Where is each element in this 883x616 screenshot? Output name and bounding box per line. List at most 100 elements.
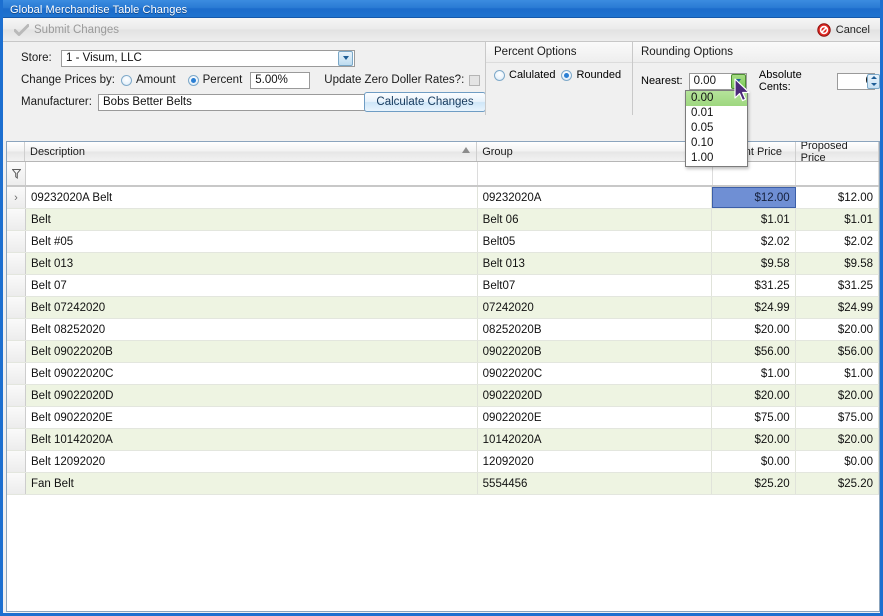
table-row[interactable]: Belt 09022020D 09022020D $20.00 $20.00 (7, 385, 879, 407)
rounded-radio[interactable] (561, 69, 573, 81)
row-indicator[interactable] (7, 297, 26, 318)
submit-changes-button[interactable]: Submit Changes (9, 22, 124, 38)
cell-current-price[interactable]: $31.25 (712, 275, 796, 296)
table-row[interactable]: Belt 10142020A 10142020A $20.00 $20.00 (7, 429, 879, 451)
cell-proposed-price[interactable]: $75.00 (796, 407, 879, 428)
cell-group[interactable]: 09022020B (478, 341, 713, 362)
nearest-option[interactable]: 0.01 (686, 106, 747, 121)
column-header-group[interactable]: Group (477, 142, 713, 161)
cell-description[interactable]: Belt 013 (26, 253, 478, 274)
row-indicator[interactable] (7, 407, 26, 428)
column-header-description[interactable]: Description (25, 142, 478, 161)
cell-proposed-price[interactable]: $56.00 (796, 341, 879, 362)
table-row[interactable]: Belt 013 Belt 013 $9.58 $9.58 (7, 253, 879, 275)
store-combobox[interactable]: 1 - Visum, LLC (61, 49, 355, 67)
row-indicator-current[interactable]: › (7, 187, 26, 208)
table-row[interactable]: Belt 07 Belt07 $31.25 $31.25 (7, 275, 879, 297)
cell-current-price[interactable]: $0.00 (712, 451, 796, 472)
table-row[interactable]: Belt 09022020C 09022020C $1.00 $1.00 (7, 363, 879, 385)
cell-description[interactable]: Belt 08252020 (26, 319, 478, 340)
table-row[interactable]: › 09232020A Belt 09232020A $12.00 $12.00 (7, 187, 879, 209)
cell-current-price[interactable]: $56.00 (712, 341, 796, 362)
update-zero-dollar-checkbox[interactable] (469, 74, 481, 86)
table-row[interactable]: Belt 09022020B 09022020B $56.00 $56.00 (7, 341, 879, 363)
cell-description[interactable]: Belt 09022020B (26, 341, 478, 362)
cancel-button[interactable]: Cancel (813, 21, 874, 39)
cell-description[interactable]: Belt 10142020A (26, 429, 478, 450)
cell-current-price[interactable]: $20.00 (712, 385, 796, 406)
cell-proposed-price[interactable]: $12.00 (796, 187, 879, 208)
table-row[interactable]: Belt Belt 06 $1.01 $1.01 (7, 209, 879, 231)
cell-description[interactable]: Belt 09022020E (26, 407, 478, 428)
row-indicator[interactable] (7, 231, 26, 252)
filter-cell-proposed-price[interactable] (796, 162, 879, 185)
calculate-changes-button[interactable]: Calculate Changes (364, 92, 486, 112)
cell-current-price[interactable]: $12.00 (712, 187, 796, 208)
cell-description[interactable]: Belt 07242020 (26, 297, 478, 318)
cell-group[interactable]: Belt07 (478, 275, 713, 296)
cell-proposed-price[interactable]: $20.00 (796, 319, 879, 340)
cell-proposed-price[interactable]: $20.00 (796, 429, 879, 450)
row-indicator[interactable] (7, 253, 26, 274)
cell-current-price[interactable]: $1.00 (712, 363, 796, 384)
cell-description[interactable]: Belt 07 (26, 275, 478, 296)
row-indicator[interactable] (7, 451, 26, 472)
cell-current-price[interactable]: $1.01 (712, 209, 796, 230)
amount-radio[interactable] (121, 74, 132, 86)
cell-description[interactable]: 09232020A Belt (26, 187, 478, 208)
manufacturer-combobox[interactable]: Bobs Better Belts (98, 93, 395, 111)
row-indicator[interactable] (7, 385, 26, 406)
cell-description[interactable]: Belt 12092020 (26, 451, 478, 472)
cell-group[interactable]: 09022020D (478, 385, 713, 406)
cell-current-price[interactable]: $75.00 (712, 407, 796, 428)
cell-group[interactable]: 08252020B (478, 319, 713, 340)
cell-current-price[interactable]: $2.02 (712, 231, 796, 252)
filter-cell-group[interactable] (478, 162, 713, 185)
table-row[interactable]: Belt #05 Belt05 $2.02 $2.02 (7, 231, 879, 253)
row-indicator[interactable] (7, 209, 26, 230)
column-header-proposed-price[interactable]: Proposed Price (795, 142, 879, 164)
cell-description[interactable]: Belt 09022020C (26, 363, 478, 384)
absolute-cents-spin-buttons[interactable] (867, 73, 880, 89)
cell-current-price[interactable]: $9.58 (712, 253, 796, 274)
cell-current-price[interactable]: $24.99 (712, 297, 796, 318)
nearest-option[interactable]: 0.05 (686, 121, 747, 136)
cell-proposed-price[interactable]: $20.00 (796, 385, 879, 406)
row-indicator[interactable] (7, 429, 26, 450)
nearest-option[interactable]: 1.00 (686, 151, 747, 166)
filter-funnel-icon[interactable] (7, 162, 26, 185)
cell-group[interactable]: 07242020 (478, 297, 713, 318)
cell-description[interactable]: Belt (26, 209, 478, 230)
row-indicator[interactable] (7, 319, 26, 340)
cell-proposed-price[interactable]: $24.99 (796, 297, 879, 318)
filter-cell-description[interactable] (26, 162, 478, 185)
cell-group[interactable]: Belt 06 (478, 209, 713, 230)
cell-group[interactable]: 12092020 (478, 451, 713, 472)
percent-value-input[interactable]: 5.00% (250, 71, 311, 89)
table-row[interactable]: Belt 12092020 12092020 $0.00 $0.00 (7, 451, 879, 473)
row-indicator[interactable] (7, 473, 26, 494)
percent-radio[interactable] (187, 74, 199, 86)
cell-proposed-price[interactable]: $2.02 (796, 231, 879, 252)
cell-group[interactable]: Belt 013 (478, 253, 713, 274)
nearest-option[interactable]: 0.10 (686, 136, 747, 151)
cell-group[interactable]: 09022020C (478, 363, 713, 384)
table-row[interactable]: Belt 08252020 08252020B $20.00 $20.00 (7, 319, 879, 341)
cell-description[interactable]: Belt 09022020D (26, 385, 478, 406)
cell-proposed-price[interactable]: $31.25 (796, 275, 879, 296)
cell-current-price[interactable]: $20.00 (712, 319, 796, 340)
cell-current-price[interactable]: $25.20 (712, 473, 796, 494)
store-dropdown-arrow-icon[interactable] (338, 50, 353, 66)
cell-proposed-price[interactable]: $1.00 (796, 363, 879, 384)
cell-group[interactable]: 09022020E (478, 407, 713, 428)
calculated-radio[interactable] (494, 69, 505, 81)
table-row[interactable]: Belt 09022020E 09022020E $75.00 $75.00 (7, 407, 879, 429)
cell-group[interactable]: 09232020A (478, 187, 713, 208)
cell-group[interactable]: 10142020A (478, 429, 713, 450)
cell-description[interactable]: Belt #05 (26, 231, 478, 252)
table-row[interactable]: Fan Belt 5554456 $25.20 $25.20 (7, 473, 879, 495)
row-indicator[interactable] (7, 275, 26, 296)
cell-description[interactable]: Fan Belt (26, 473, 478, 494)
cell-proposed-price[interactable]: $1.01 (796, 209, 879, 230)
cell-current-price[interactable]: $20.00 (712, 429, 796, 450)
